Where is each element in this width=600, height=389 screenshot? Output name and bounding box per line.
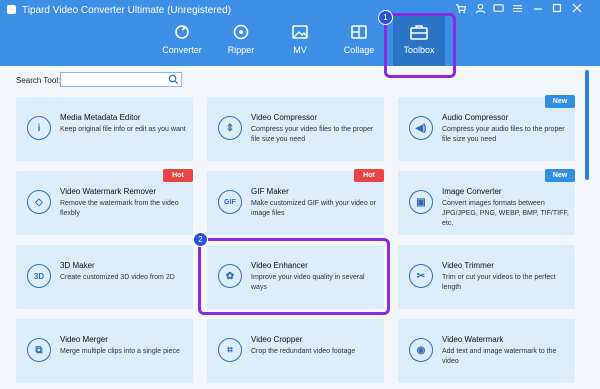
search-input[interactable]: [60, 72, 182, 87]
tool-title: Audio Compressor: [442, 113, 509, 122]
tool-title: GIF Maker: [251, 187, 289, 196]
tool-description: Convert images formats between JPG/JPEG,…: [442, 200, 569, 227]
tool-card-video-watermark[interactable]: ◉ Video Watermark Add text and image wat…: [398, 319, 575, 383]
menu-icon[interactable]: [512, 3, 523, 18]
tool-description: Crop the redundant video footage: [251, 348, 356, 355]
tool-description: Trim or cut your videos to the perfect l…: [442, 274, 556, 291]
tool-title: Video Watermark Remover: [60, 187, 157, 196]
tab-label: Ripper: [227, 45, 255, 55]
tab-collage[interactable]: Collage: [334, 24, 384, 55]
merge-icon: ⧉: [27, 338, 51, 362]
tool-title: Media Metadata Editor: [60, 113, 141, 122]
cart-icon[interactable]: [455, 3, 467, 18]
scissors-icon: ✂: [409, 264, 433, 288]
tool-card-audio-compressor[interactable]: New ◀) Audio Compressor Compress your au…: [398, 95, 575, 161]
watermark-remove-icon: ◇: [27, 190, 51, 214]
new-badge: New: [545, 169, 575, 182]
tool-title: Video Watermark: [442, 335, 504, 344]
hot-badge: Hot: [163, 169, 193, 182]
tool-card-image-converter[interactable]: New ▣ Image Converter Convert images for…: [398, 169, 575, 235]
image-icon: [292, 25, 308, 39]
tool-card-media-metadata-editor[interactable]: i Media Metadata Editor Keep original fi…: [16, 97, 193, 161]
window-title: Tipard Video Converter Ultimate (Unregis…: [22, 5, 231, 16]
tab-ripper[interactable]: Ripper: [216, 24, 266, 55]
tab-converter[interactable]: Converter: [157, 24, 207, 55]
converter-icon: [175, 25, 189, 39]
step-1-badge: 1: [378, 10, 393, 25]
tool-title: Image Converter: [442, 187, 502, 196]
crop-icon: ⌗: [218, 338, 242, 362]
step-2-badge: 2: [193, 232, 208, 247]
app-header: Tipard Video Converter Ultimate (Unregis…: [0, 0, 600, 66]
app-logo-icon: [7, 5, 16, 14]
compress-icon: ⇕: [218, 116, 242, 140]
search-label: Search Tool:: [16, 76, 61, 85]
tool-description: Make customized GIF with your video or i…: [251, 200, 376, 217]
tool-title: Video Compressor: [251, 113, 318, 122]
tool-description: Add text and image watermark to the vide…: [442, 348, 557, 365]
tool-description: Merge multiple clips into a single piece: [60, 348, 180, 355]
tool-description: Keep original file info or edit as you w…: [60, 126, 186, 133]
search-icon[interactable]: [168, 74, 179, 85]
tool-description: Compress your video files to the proper …: [251, 126, 374, 143]
tool-title: Video Merger: [60, 335, 108, 344]
tool-card-video-cropper[interactable]: ⌗ Video Cropper Crop the redundant video…: [207, 319, 384, 383]
tool-card-gif-maker[interactable]: Hot GIF GIF Maker Make customized GIF wi…: [207, 169, 384, 235]
scrollbar[interactable]: [585, 70, 589, 180]
tool-card-video-compressor[interactable]: ⇕ Video Compressor Compress your video f…: [207, 97, 384, 161]
image-convert-icon: ▣: [409, 190, 433, 214]
tool-card-video-watermark-remover[interactable]: Hot ◇ Video Watermark Remover Remove the…: [16, 169, 193, 235]
tool-card-3d-maker[interactable]: 3D 3D Maker Create customized 3D video f…: [16, 245, 193, 309]
tool-description: Create customized 3D video from 2D: [60, 274, 175, 281]
tool-card-video-trimmer[interactable]: ✂ Video Trimmer Trim or cut your videos …: [398, 245, 575, 309]
gif-icon: GIF: [218, 190, 242, 214]
video-enhancer-highlight-box: [198, 238, 390, 315]
tab-mv[interactable]: MV: [275, 24, 325, 55]
audio-icon: ◀): [409, 116, 433, 140]
new-badge: New: [545, 95, 575, 108]
tool-card-video-merger[interactable]: ⧉ Video Merger Merge multiple clips into…: [16, 319, 193, 383]
disc-icon: [233, 24, 249, 40]
tool-title: 3D Maker: [60, 261, 95, 270]
hot-badge: Hot: [354, 169, 384, 182]
tool-description: Compress your audio files to the proper …: [442, 126, 565, 143]
chat-icon[interactable]: [493, 3, 504, 18]
tool-title: Video Trimmer: [442, 261, 494, 270]
toolbox-highlight-box: [384, 13, 456, 78]
tab-label: Collage: [343, 45, 375, 55]
watermark-icon: ◉: [409, 338, 433, 362]
info-icon: i: [27, 116, 51, 140]
tab-label: Converter: [162, 45, 202, 55]
user-icon[interactable]: [475, 3, 486, 18]
tool-title: Video Cropper: [251, 335, 303, 344]
3d-icon: 3D: [27, 264, 51, 288]
minimize-icon[interactable]: [533, 3, 543, 17]
tab-label: MV: [293, 45, 307, 55]
tool-description: Remove the watermark from the video flex…: [60, 200, 179, 217]
close-icon[interactable]: [572, 3, 582, 17]
maximize-icon[interactable]: [552, 3, 562, 17]
collage-icon: [351, 25, 367, 39]
